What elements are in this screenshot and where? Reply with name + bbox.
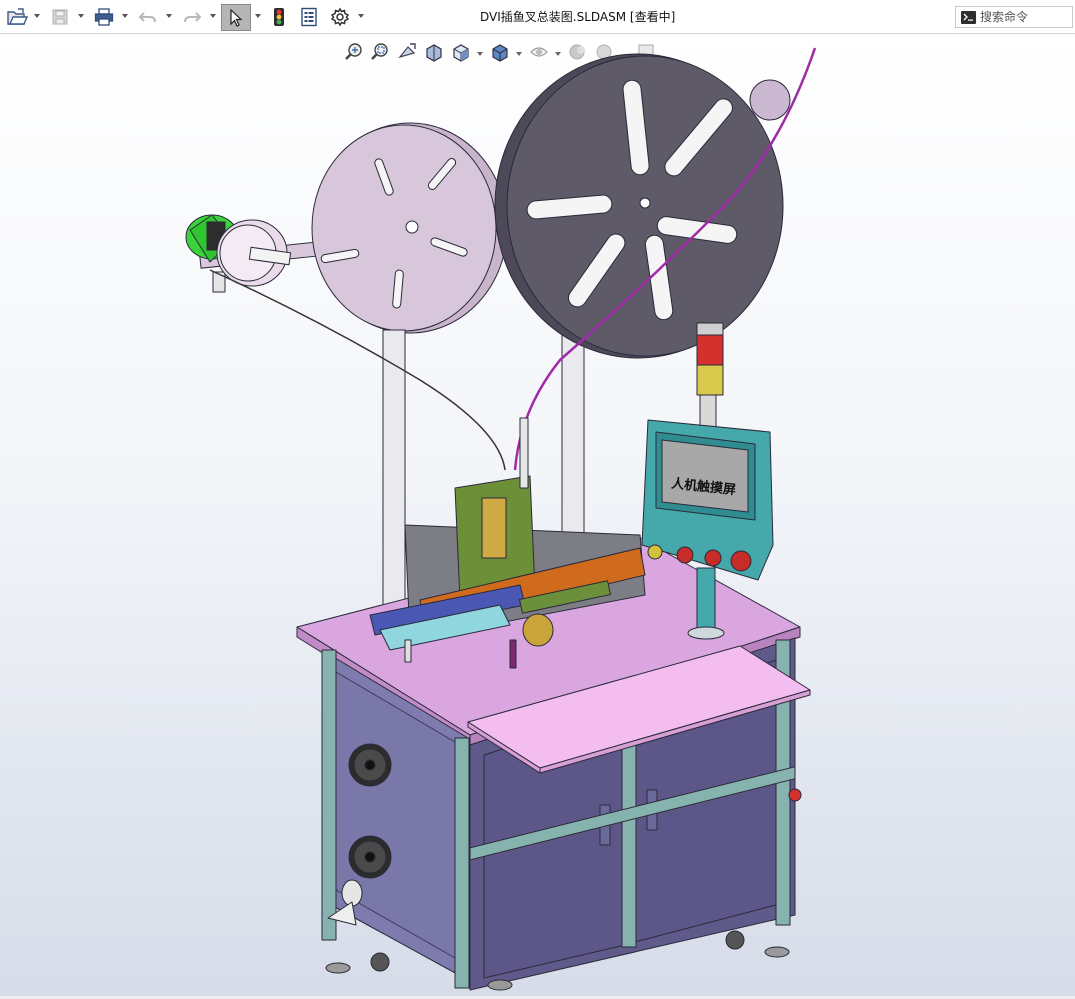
save-disk-icon[interactable]	[48, 5, 72, 29]
small-reel	[311, 124, 497, 332]
traffic-light-icon[interactable]	[268, 5, 290, 29]
print-dropdown-caret[interactable]	[122, 14, 128, 18]
open-dropdown-caret[interactable]	[34, 14, 40, 18]
signal-light-red	[696, 334, 724, 366]
cooling-fan-top	[348, 743, 392, 787]
select-dropdown-caret[interactable]	[255, 14, 261, 18]
document-title: DVI插鱼叉总装图.SLDASM [查看中]	[480, 10, 676, 24]
options-dropdown-caret[interactable]	[358, 14, 364, 18]
open-folder-icon[interactable]	[4, 5, 30, 29]
select-pointer-icon[interactable]	[221, 4, 251, 31]
search-commands-box[interactable]	[955, 6, 1073, 28]
title-toolbar: DVI插鱼叉总装图.SLDASM [查看中]	[0, 0, 1075, 34]
large-reel-assembly	[494, 53, 791, 359]
search-input[interactable]	[980, 8, 1068, 26]
cad-assembly-model[interactable]: 人机触摸屏	[0, 34, 1075, 996]
gear-icon[interactable]	[328, 5, 352, 29]
redo-arrow-icon[interactable]	[180, 5, 204, 29]
signal-light-yellow	[696, 364, 724, 396]
printer-icon[interactable]	[92, 5, 116, 29]
save-dropdown-caret[interactable]	[78, 14, 84, 18]
file-properties-icon[interactable]	[297, 5, 321, 29]
undo-dropdown-caret[interactable]	[166, 14, 172, 18]
undo-arrow-icon[interactable]	[136, 5, 160, 29]
graphics-viewport[interactable]: 人机触摸屏	[0, 34, 1075, 996]
small-reel-assembly	[185, 122, 508, 334]
command-prompt-icon	[961, 10, 976, 24]
emergency-stop	[788, 788, 802, 802]
redo-dropdown-caret[interactable]	[210, 14, 216, 18]
cooling-fan-bottom	[348, 835, 392, 879]
